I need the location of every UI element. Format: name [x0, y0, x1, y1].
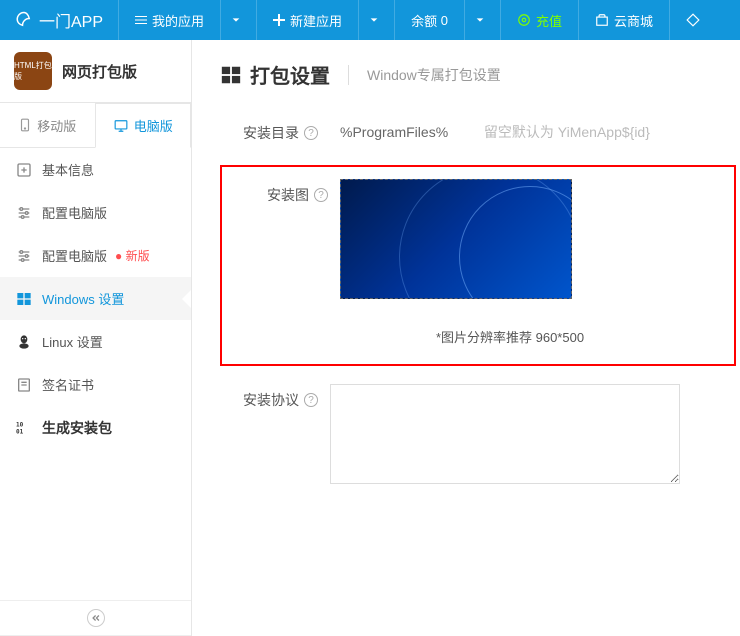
tab-mobile[interactable]: 移动版	[0, 103, 95, 147]
install-agreement-label: 安装协议 ?	[220, 384, 330, 410]
balance-value: 0	[441, 13, 448, 28]
nav-new-app-label: 新建应用	[290, 11, 342, 30]
nav-my-apps-dropdown[interactable]	[220, 0, 256, 40]
page-subtitle: Window专属打包设置	[348, 65, 501, 85]
mobile-icon	[18, 118, 32, 132]
target-icon	[517, 13, 531, 27]
tab-mobile-label: 移动版	[37, 116, 76, 135]
nav-balance-dropdown[interactable]	[464, 0, 500, 40]
install-dir-input[interactable]	[330, 117, 470, 147]
chevron-down-icon	[475, 15, 485, 25]
nav-my-apps[interactable]: 我的应用	[118, 0, 220, 40]
top-navbar: 一门APP 我的应用 新建应用 余额 0 充值 云商城	[0, 0, 740, 40]
menu-basic-info-label: 基本信息	[42, 160, 94, 179]
nav-new-app[interactable]: 新建应用	[256, 0, 358, 40]
menu-sign-cert-label: 签名证书	[42, 375, 94, 394]
menu-icon	[135, 14, 147, 26]
new-badge: ● 新版	[115, 247, 150, 264]
platform-tabs: 移动版 电脑版	[0, 103, 191, 148]
install-image-hint: *图片分辨率推荐 960*500	[340, 327, 680, 346]
menu-config-desktop-label: 配置电脑版	[42, 203, 107, 222]
info-icon	[16, 162, 32, 178]
tab-desktop[interactable]: 电脑版	[95, 103, 192, 148]
menu-linux-settings[interactable]: Linux 设置	[0, 320, 191, 363]
menu-sign-cert[interactable]: 签名证书	[0, 363, 191, 406]
nav-more[interactable]	[669, 0, 721, 40]
balance-label: 余额	[411, 11, 437, 30]
menu-config-desktop[interactable]: 配置电脑版	[0, 191, 191, 234]
help-icon[interactable]: ?	[304, 126, 318, 140]
page-title-row: 打包设置 Window专属打包设置	[220, 60, 740, 89]
nav-recharge[interactable]: 充值	[500, 0, 578, 40]
row-install-dir: 安装目录 ?	[220, 117, 740, 147]
page-title: 打包设置	[250, 60, 330, 89]
chevron-down-icon	[369, 15, 379, 25]
sliders-icon	[16, 205, 32, 221]
tab-desktop-label: 电脑版	[134, 116, 173, 135]
nav-cloud-store[interactable]: 云商城	[578, 0, 669, 40]
collapse-sidebar-button[interactable]	[87, 609, 105, 627]
sidebar: HTML打包版 网页打包版 移动版 电脑版 基本信息 配置电脑版	[0, 40, 192, 636]
sliders-icon	[16, 248, 32, 264]
menu-generate-package[interactable]: 1001 生成安装包	[0, 406, 191, 450]
svg-text:10: 10	[16, 422, 24, 429]
app-icon: HTML打包版	[14, 52, 52, 90]
sidebar-collapse-row	[0, 600, 191, 636]
cert-icon	[16, 377, 32, 393]
row-install-image: 安装图 ? *图片分辨率推荐 960*500	[230, 179, 726, 346]
linux-icon	[16, 334, 32, 350]
desktop-icon	[113, 119, 129, 133]
install-image-highlight: 安装图 ? *图片分辨率推荐 960*500	[220, 165, 736, 366]
nav-new-app-dropdown[interactable]	[358, 0, 394, 40]
menu-generate-package-label: 生成安装包	[42, 418, 112, 438]
leaf-icon	[15, 11, 33, 29]
windows-icon	[220, 64, 242, 86]
logo[interactable]: 一门APP	[0, 0, 118, 40]
menu-windows-settings-label: Windows 设置	[42, 289, 124, 308]
install-image-preview[interactable]	[340, 179, 572, 299]
binary-icon: 1001	[16, 420, 32, 436]
menu-basic-info[interactable]: 基本信息	[0, 148, 191, 191]
install-agreement-textarea[interactable]	[330, 384, 680, 484]
help-icon[interactable]: ?	[304, 393, 318, 407]
install-dir-label: 安装目录 ?	[220, 117, 330, 143]
windows-icon	[16, 291, 32, 307]
help-icon[interactable]: ?	[314, 188, 328, 202]
install-dir-suffix-input[interactable]	[474, 117, 674, 147]
app-header: HTML打包版 网页打包版	[0, 40, 191, 103]
row-install-agreement: 安装协议 ?	[220, 384, 740, 487]
nav-my-apps-label: 我的应用	[152, 11, 204, 30]
diamond-icon	[686, 13, 700, 27]
chevron-down-icon	[231, 15, 241, 25]
nav-recharge-label: 充值	[536, 11, 562, 30]
nav-balance[interactable]: 余额 0	[394, 0, 464, 40]
main-content: 打包设置 Window专属打包设置 安装目录 ? 安装图 ? *图片分	[192, 40, 740, 636]
nav-cloud-store-label: 云商城	[614, 11, 653, 30]
install-image-label: 安装图 ?	[230, 179, 340, 205]
logo-text: 一门APP	[39, 8, 103, 32]
menu-config-desktop-new-label: 配置电脑版	[42, 246, 107, 265]
store-icon	[595, 13, 609, 27]
svg-text:01: 01	[16, 428, 24, 435]
menu-linux-settings-label: Linux 设置	[42, 332, 103, 351]
chevron-left-double-icon	[91, 613, 101, 623]
menu-windows-settings[interactable]: Windows 设置	[0, 277, 191, 320]
plus-icon	[273, 14, 285, 26]
menu-config-desktop-new[interactable]: 配置电脑版 ● 新版	[0, 234, 191, 277]
sidebar-menu: 基本信息 配置电脑版 配置电脑版 ● 新版 Windows 设置 Linux 设…	[0, 148, 191, 600]
app-name: 网页打包版	[62, 61, 137, 82]
